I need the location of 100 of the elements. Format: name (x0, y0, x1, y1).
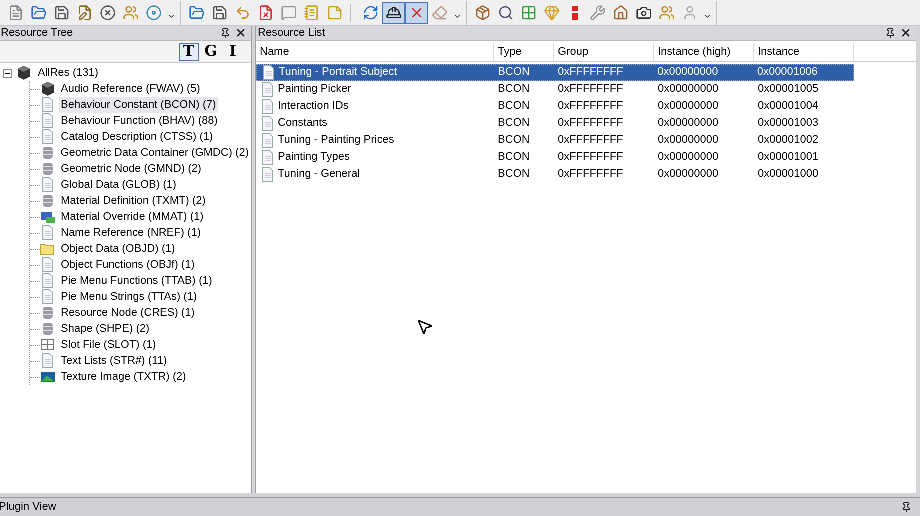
wrench-icon (590, 4, 606, 20)
table-cell-text: 0x00001003 (758, 116, 819, 132)
column-header[interactable]: Instance (high) (654, 43, 754, 61)
table-cell-text: 0x00001005 (758, 82, 819, 98)
document-icon (40, 257, 56, 273)
close-icon[interactable] (235, 27, 247, 39)
people-icon (122, 4, 138, 20)
table-cell-text: 0xFFFFFFFF (558, 116, 624, 132)
tree-item[interactable]: Texture Image (TXTR) (2) (59, 368, 188, 386)
toolbar-button[interactable] (382, 2, 405, 24)
close-icon[interactable] (900, 27, 912, 39)
note-icon (326, 4, 342, 20)
bar-icon (572, 6, 578, 20)
save-as-icon (76, 4, 92, 20)
cube-icon (16, 65, 32, 81)
tree-item[interactable]: Material Definition (TXMT) (2) (59, 192, 208, 210)
table-row[interactable]: Interaction IDs BCON 0xFFFFFFFF 0x00000000 0x00001004 (256, 98, 854, 115)
document-icon (40, 177, 56, 193)
user-icon (682, 4, 698, 20)
view-toggle[interactable]: G (201, 42, 221, 60)
document-icon (40, 225, 56, 241)
tree-item[interactable]: AllRes (131) (36, 64, 101, 82)
panel-title: Plugin View (0, 500, 58, 515)
eraser-icon (432, 4, 448, 20)
house-icon (612, 4, 628, 20)
table-row[interactable]: Constants BCON 0xFFFFFFFF 0x00000000 0x00001003 (256, 115, 854, 132)
undo-icon (234, 4, 250, 20)
tree-item[interactable]: Audio Reference (FWAV) (5) (59, 80, 202, 98)
table-cell-text: 0x00001004 (758, 99, 819, 114)
table-cell-text: 0x00000000 (658, 99, 719, 114)
column-header[interactable]: Instance (754, 43, 854, 61)
document-icon (40, 113, 56, 129)
table-cell-text: Tuning - General (278, 167, 360, 182)
document-icon (261, 64, 277, 80)
note-delete-icon (258, 4, 274, 20)
table-cell-text: Interaction IDs (278, 99, 349, 114)
helmet-icon (386, 4, 402, 20)
tree-item[interactable]: Global Data (GLOB) (1) (59, 176, 179, 194)
table-cell-text: 0x00001001 (758, 150, 819, 166)
column-header[interactable]: Group (554, 43, 654, 61)
pin-icon[interactable] (220, 28, 231, 38)
database-icon (40, 305, 56, 321)
tree-item[interactable]: Resource Node (CRES) (1) (59, 304, 197, 322)
save-icon (54, 4, 70, 20)
table-cell-text: Painting Types (278, 150, 350, 166)
table-cell-text: 0xFFFFFFFF (558, 133, 624, 148)
table-cell-text: 0xFFFFFFFF (558, 99, 624, 114)
open-folder-icon (30, 4, 46, 20)
open-folder-icon (188, 4, 204, 20)
table-cell-text: 0xFFFFFFFF (558, 167, 624, 182)
tree-item[interactable]: Shape (SHPE) (2) (59, 320, 152, 338)
cube-icon (40, 81, 56, 97)
view-toggle[interactable]: T (179, 42, 199, 60)
tree-item[interactable]: Pie Menu Functions (TTAB) (1) (59, 272, 214, 290)
column-header[interactable]: Name (256, 43, 494, 61)
tree-item[interactable]: Object Data (OBJD) (1) (59, 240, 178, 258)
table-row[interactable]: Tuning - Painting Prices BCON 0xFFFFFFFF 0x00000000 0x00001002 (256, 132, 854, 149)
image-icon (40, 369, 56, 385)
tree-item[interactable]: Geometric Data Container (GMDC) (2) (58, 144, 251, 162)
tree-item[interactable]: Geometric Node (GMND) (2) (59, 160, 204, 178)
document-icon (40, 97, 56, 113)
table-cell-text: BCON (498, 150, 530, 166)
document-icon (40, 353, 56, 369)
table-cell-text: 0x00001000 (758, 167, 819, 182)
tree-item[interactable]: Text Lists (STR#) (11) (59, 352, 170, 370)
database-icon (40, 193, 56, 209)
document-icon (260, 150, 276, 166)
notes-icon (304, 4, 320, 20)
table-row[interactable]: Painting Types BCON 0xFFFFFFFF 0x00000000 0x00001001 (256, 149, 854, 166)
pin-icon[interactable] (901, 502, 912, 512)
view-toggle[interactable]: I (223, 42, 243, 60)
tree-item[interactable]: Name Reference (NREF) (1) (59, 224, 203, 242)
tree-item[interactable]: Behaviour Constant (BCON) (7) (59, 96, 218, 114)
package-icon (474, 4, 490, 20)
grid-icon (520, 4, 536, 20)
tree-item[interactable]: Pie Menu Strings (TTAs) (1) (59, 288, 200, 306)
table-row[interactable]: Tuning - Portrait Subject BCON 0xFFFFFFFF 0x00000000 0x00001006 (256, 64, 854, 81)
panel-title: Resource Tree (0, 26, 74, 41)
document-icon (260, 166, 276, 182)
table-cell-text: 0x00000000 (658, 133, 719, 148)
table-cell-text: BCON (498, 167, 530, 182)
table-row[interactable]: Tuning - General BCON 0xFFFFFFFF 0x00000000 0x00001000 (256, 166, 854, 183)
document-icon (40, 273, 56, 289)
tree-item[interactable]: Object Functions (OBJf) (1) (59, 256, 197, 274)
tree-item[interactable]: Material Override (MMAT) (1) (59, 208, 206, 226)
table-row[interactable]: Painting Picker BCON 0xFFFFFFFF 0x00000000 0x00001005 (256, 81, 854, 98)
table-cell-text: 0x00000000 (658, 167, 719, 182)
refresh-icon (362, 4, 378, 20)
document-icon (260, 132, 276, 148)
table-cell-text: BCON (498, 133, 530, 148)
panel-title: Resource List (257, 26, 326, 41)
table-cell-text: 0xFFFFFFFF (558, 65, 624, 80)
tree-item[interactable]: Catalog Description (CTSS) (1) (59, 128, 216, 146)
pin-icon[interactable] (885, 28, 896, 38)
column-header[interactable]: Type (494, 43, 554, 61)
table-cell-text: BCON (498, 116, 530, 132)
tree-item[interactable]: Behaviour Function (BHAV) (88) (59, 112, 220, 130)
table-cell-text: BCON (498, 82, 530, 98)
tree-item[interactable]: Slot File (SLOT) (1) (59, 336, 158, 354)
collapse-toggle[interactable] (3, 68, 12, 78)
